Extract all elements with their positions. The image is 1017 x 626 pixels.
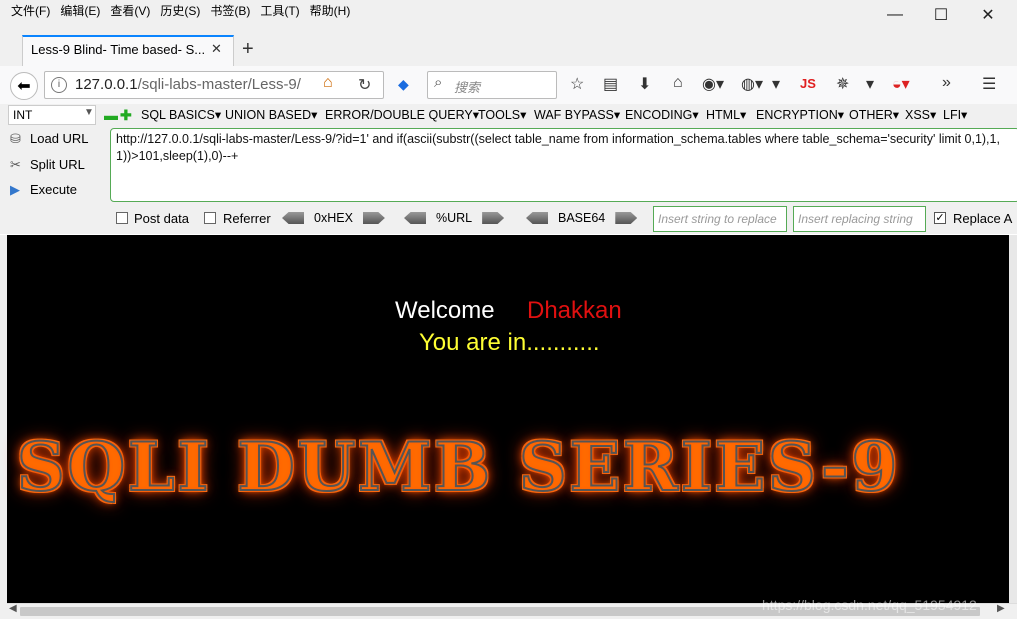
base64-encode-button[interactable]: BASE64 — [526, 208, 638, 228]
menu-bookmarks[interactable]: 书签(B) — [205, 0, 255, 22]
split-url-icon: ✂ — [10, 157, 21, 172]
menu-history[interactable]: 历史(S) — [155, 0, 205, 22]
menu-union-based[interactable]: UNION BASED▾ — [225, 107, 317, 122]
post-data-checkbox[interactable] — [116, 212, 128, 224]
menu-sql-basics[interactable]: SQL BASICS▾ — [141, 107, 221, 122]
hackbar-icon[interactable]: ◒▾ — [892, 74, 910, 94]
extension-icon[interactable]: ◆ — [398, 76, 409, 93]
new-tab-button[interactable]: + — [242, 38, 254, 61]
tab-close-icon[interactable]: ✕ — [211, 41, 222, 57]
load-url-label: Load URL — [30, 131, 89, 146]
menu-tools[interactable]: TOOLS▾ — [478, 107, 526, 122]
injection-type-select[interactable]: INT — [8, 105, 96, 125]
palette-icon[interactable]: ◍▾ — [741, 74, 763, 94]
welcome-name: Dhakkan — [527, 297, 622, 324]
chevron-down-icon: ▼ — [84, 107, 94, 118]
replace-from-placeholder[interactable]: Insert string to replace — [658, 212, 777, 226]
menu-view[interactable]: 查看(V) — [105, 0, 155, 22]
url-host: 127.0.0.1 — [75, 76, 138, 93]
execute-button[interactable]: ▶ Execute — [10, 182, 77, 198]
execute-icon: ▶ — [10, 182, 20, 197]
bookmark-star-icon[interactable]: ☆ — [570, 74, 584, 94]
decode-arrow-icon — [404, 212, 426, 224]
window-bottom-edge — [0, 619, 1017, 626]
url-encode-button[interactable]: %URL — [404, 208, 505, 228]
query-text[interactable]: http://127.0.0.1/sqli-labs-master/Less-9… — [116, 131, 1006, 165]
url-text[interactable]: 127.0.0.1/sqli-labs-master/Less-9/ — [75, 76, 301, 93]
base64-label: BASE64 — [558, 211, 606, 225]
menu-edit[interactable]: 编辑(E) — [55, 0, 105, 22]
series-banner: SQLI DUMB SERIES-9 — [16, 427, 901, 507]
split-url-label: Split URL — [30, 157, 85, 172]
vertical-scrollbar[interactable] — [1009, 235, 1017, 603]
home-icon[interactable]: ⌂ — [323, 74, 333, 92]
menu-lfi[interactable]: LFI▾ — [943, 107, 967, 122]
url-path: /sqli-labs-master/Less-9/ — [137, 76, 301, 93]
replace-all-label: Replace A — [953, 211, 1013, 226]
menu-error-double-query[interactable]: ERROR/DOUBLE QUERY▾ — [325, 107, 479, 122]
referrer-label: Referrer — [223, 211, 271, 226]
dropdown-icon-2[interactable]: ▾ — [866, 74, 874, 94]
back-button[interactable]: ⬅ — [10, 72, 38, 100]
execute-label: Execute — [30, 182, 77, 197]
menu-encryption[interactable]: ENCRYPTION▾ — [756, 107, 844, 122]
window-left-edge — [0, 235, 7, 619]
hex-label: 0xHEX — [314, 211, 353, 225]
menu-html[interactable]: HTML▾ — [706, 107, 746, 122]
menu-xss[interactable]: XSS▾ — [905, 107, 936, 122]
decrease-icon[interactable]: ▬ — [104, 107, 118, 123]
back-arrow-icon: ⬅ — [17, 78, 31, 95]
js-switch-icon[interactable]: JS — [800, 76, 816, 91]
menu-help[interactable]: 帮助(H) — [305, 0, 356, 22]
status-message: You are in........... — [419, 329, 600, 356]
download-icon[interactable]: ⬇ — [638, 74, 651, 94]
hex-encode-button[interactable]: 0xHEX — [282, 208, 385, 228]
replace-all-checkbox[interactable]: ✓ — [934, 212, 946, 224]
search-box[interactable] — [427, 71, 557, 99]
reload-icon[interactable]: ↻ — [358, 75, 371, 95]
overflow-chevron-icon[interactable]: » — [942, 74, 951, 92]
search-icon: ⌕ — [434, 74, 443, 91]
reading-list-icon[interactable]: ▤ — [603, 74, 618, 94]
menu-tools[interactable]: 工具(T) — [255, 0, 304, 22]
home-toolbar-icon[interactable]: ⌂ — [673, 74, 683, 92]
replace-to-placeholder[interactable]: Insert replacing string — [798, 212, 913, 226]
hamburger-menu-icon[interactable]: ☰ — [982, 74, 996, 94]
scroll-right-icon[interactable]: ▶ — [997, 603, 1005, 614]
menu-file[interactable]: 文件(F) — [6, 0, 55, 22]
menu-waf-bypass[interactable]: WAF BYPASS▾ — [534, 107, 620, 122]
menu-other[interactable]: OTHER▾ — [849, 107, 899, 122]
bug-icon[interactable]: ✵ — [836, 74, 849, 94]
increase-icon[interactable]: ✚ — [120, 107, 132, 124]
load-url-button[interactable]: ⛁ Load URL — [10, 131, 89, 147]
encode-arrow-icon — [615, 212, 638, 224]
watermark: https://blog.csdn.net/qq_51954912 — [762, 597, 977, 613]
welcome-text: Welcome — [395, 297, 495, 324]
sync-icon[interactable]: ◉▾ — [702, 74, 724, 94]
encode-arrow-icon — [482, 212, 505, 224]
menu-bar: 文件(F) 编辑(E) 查看(V) 历史(S) 书签(B) 工具(T) 帮助(H) — [0, 0, 1017, 24]
encode-arrow-icon — [362, 212, 385, 224]
info-icon[interactable]: i — [51, 77, 67, 93]
post-data-label: Post data — [134, 211, 189, 226]
tab-title[interactable]: Less-9 Blind- Time based- S... — [31, 42, 205, 57]
decode-arrow-icon — [282, 212, 304, 224]
scroll-left-icon[interactable]: ◀ — [9, 603, 17, 614]
dropdown-icon[interactable]: ▾ — [772, 74, 780, 94]
referrer-checkbox[interactable] — [204, 212, 216, 224]
menu-encoding[interactable]: ENCODING▾ — [625, 107, 699, 122]
decode-arrow-icon — [526, 212, 548, 224]
search-placeholder[interactable]: 搜索 — [454, 77, 480, 96]
url-enc-label: %URL — [436, 211, 473, 225]
split-url-button[interactable]: ✂ Split URL — [10, 157, 85, 173]
page-content — [7, 235, 1017, 603]
load-url-icon: ⛁ — [10, 131, 21, 146]
